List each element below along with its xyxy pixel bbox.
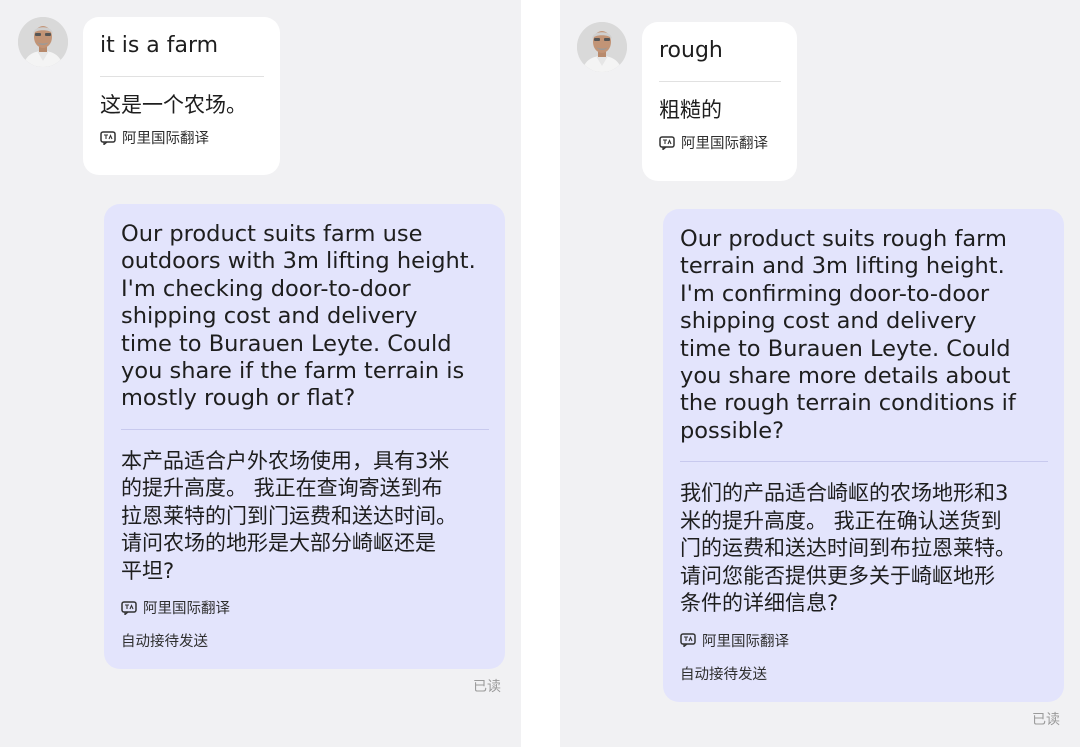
incoming-translated-text: 这是一个农场。: [100, 93, 247, 117]
read-status: 已读: [473, 679, 501, 695]
translator-label: 阿里国际翻译: [100, 127, 264, 148]
translate-icon: [121, 601, 137, 615]
translator-name: 阿里国际翻译: [702, 633, 789, 650]
translator-name: 阿里国际翻译: [122, 131, 209, 147]
divider: [100, 76, 264, 77]
chat-panel-left: it is a farm 这是一个农场。 阿里国际翻译 Our product …: [0, 0, 521, 747]
translator-label: 阿里国际翻译: [659, 132, 781, 153]
translator-name: 阿里国际翻译: [681, 136, 768, 152]
translate-icon: [680, 633, 696, 647]
outgoing-message-bubble[interactable]: Our product suits farm use outdoors with…: [104, 204, 505, 669]
outgoing-translated-text: 本产品适合户外农场使用，具有3米 的提升高度。 我正在查询寄送到布 拉恩莱特的门…: [121, 448, 457, 583]
incoming-translated-text: 粗糙的: [659, 98, 722, 122]
chat-panel-right: rough 粗糙的 阿里国际翻译 Our product suits rough…: [560, 0, 1080, 747]
contact-avatar[interactable]: [577, 22, 627, 72]
contact-avatar[interactable]: [18, 17, 68, 67]
incoming-original-text: it is a farm: [100, 33, 219, 58]
avatar-image: [18, 17, 68, 67]
incoming-message-bubble[interactable]: rough 粗糙的 阿里国际翻译: [642, 22, 797, 181]
divider: [659, 81, 781, 82]
translate-icon: [659, 136, 675, 150]
translator-label: 阿里国际翻译: [680, 630, 1048, 651]
read-status: 已读: [1032, 712, 1060, 728]
divider: [121, 428, 489, 430]
translate-icon: [100, 131, 116, 145]
divider: [680, 461, 1048, 463]
auto-send-label: 自动接待发送: [680, 666, 767, 683]
translator-label: 阿里国际翻译: [121, 597, 489, 618]
translator-name: 阿里国际翻译: [143, 601, 230, 618]
outgoing-message-bubble[interactable]: Our product suits rough farm terrain and…: [663, 209, 1064, 702]
incoming-original-text: rough: [659, 38, 723, 63]
outgoing-original-text: Our product suits farm use outdoors with…: [121, 221, 476, 412]
auto-send-label: 自动接待发送: [121, 634, 208, 651]
avatar-image: [577, 22, 627, 72]
outgoing-original-text: Our product suits rough farm terrain and…: [680, 226, 1016, 444]
outgoing-translated-text: 我们的产品适合崎岖的农场地形和3 米的提升高度。 我正在确认送货到 门的运费和送…: [680, 481, 1016, 616]
incoming-message-bubble[interactable]: it is a farm 这是一个农场。 阿里国际翻译: [83, 17, 280, 175]
